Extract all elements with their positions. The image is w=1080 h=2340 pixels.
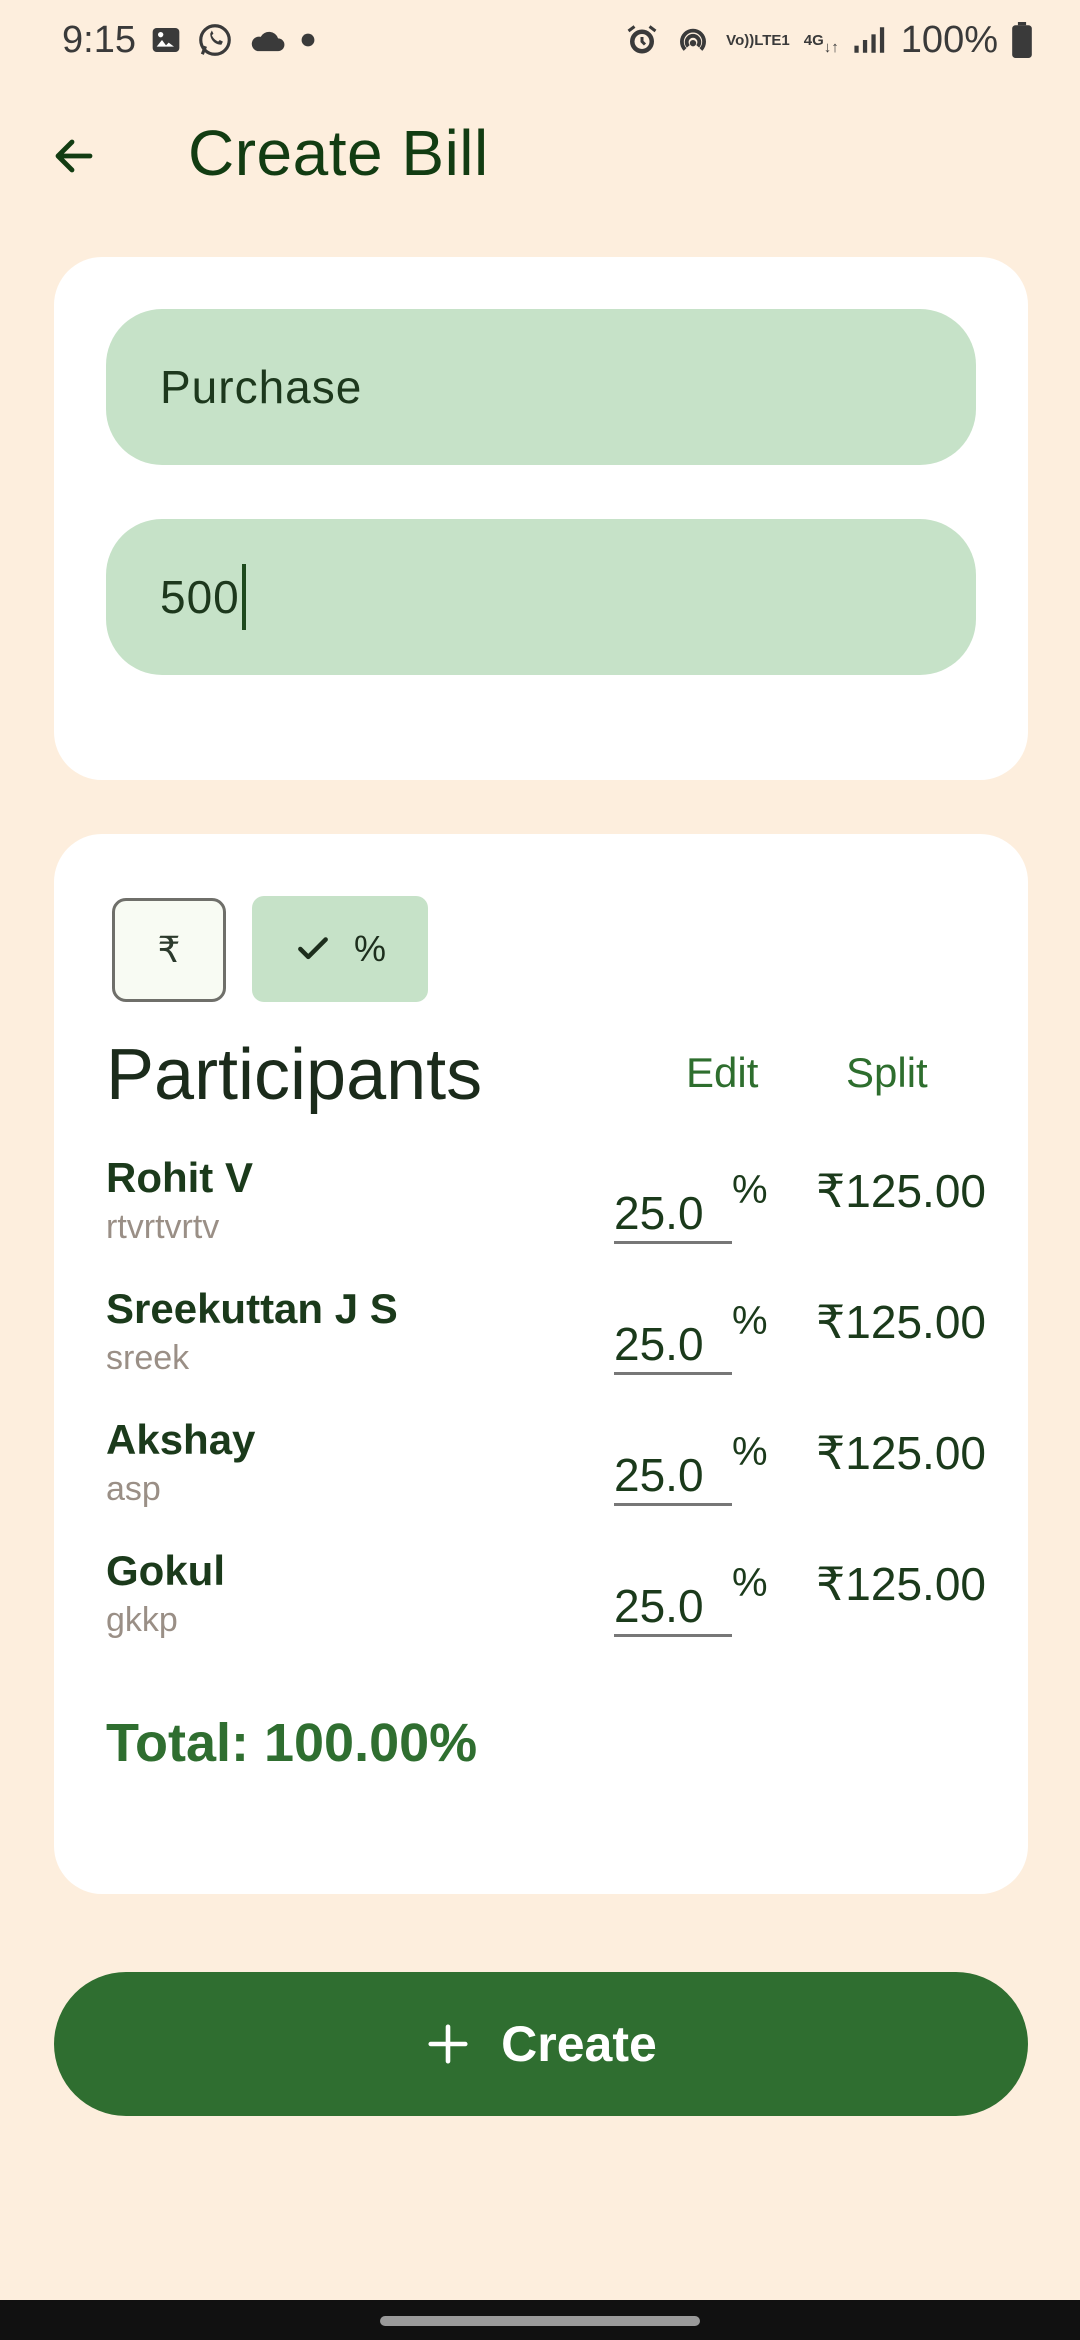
signal-icon (853, 25, 887, 55)
participants-heading: Participants (106, 1035, 483, 1115)
participant-name: Rohit V (106, 1154, 253, 1201)
status-left: 9:15 (62, 19, 316, 62)
participant-amount: ₹125.00 (816, 1165, 986, 1217)
plus-icon (428, 2024, 468, 2064)
back-button[interactable] (44, 126, 104, 186)
volte-bottom-text: LTE1 (754, 31, 790, 49)
percent-sign: % (732, 1430, 768, 1474)
alarm-icon (624, 22, 660, 58)
participant-row: Akshay asp 25.0 % ₹125.00 (106, 1416, 986, 1548)
create-button[interactable]: Create (54, 1972, 1028, 2116)
battery-percent: 100% (900, 18, 998, 61)
navigation-bar (0, 2300, 1080, 2340)
participant-username: sreek (106, 1339, 190, 1377)
participant-name: Akshay (106, 1416, 256, 1463)
participant-percent-input[interactable]: 25.0 (614, 1295, 732, 1375)
home-gesture-handle[interactable] (380, 2316, 700, 2326)
split-mode-percent-button[interactable]: % (252, 896, 428, 1002)
volte-top-text: Vo)) (726, 31, 755, 49)
text-cursor (241, 564, 246, 630)
dot-icon (300, 32, 316, 48)
participant-percent-input[interactable]: 25.0 (614, 1164, 732, 1244)
edit-participants-button[interactable]: Edit (686, 1049, 758, 1097)
percent-sign: % (732, 1561, 768, 1605)
percent-sign: % (732, 1168, 768, 1212)
page-title: Create Bill (188, 117, 489, 189)
participant-amount: ₹125.00 (816, 1558, 986, 1610)
percent-label: % (353, 928, 386, 969)
participant-username: asp (106, 1470, 161, 1508)
hotspot-icon (674, 21, 712, 59)
participant-row: Sreekuttan J S sreek 25.0 % ₹125.00 (106, 1285, 986, 1417)
status-time: 9:15 (62, 18, 136, 61)
network-type-text: 4G (803, 31, 824, 49)
participant-username: rtvrtvrtv (106, 1208, 220, 1246)
split-button[interactable]: Split (846, 1049, 928, 1097)
status-bar: 9:15 Vo)) LTE1 4G ↓↑ 100% (0, 0, 1080, 80)
participant-percent-input[interactable]: 25.0 (614, 1557, 732, 1637)
participant-row: Gokul gkkp 25.0 % ₹125.00 (106, 1547, 986, 1679)
cloud-icon (248, 26, 286, 54)
status-right: Vo)) LTE1 4G ↓↑ 100% (624, 19, 1032, 62)
bill-details-card: Purchase 500 (54, 257, 1028, 780)
participant-username: gkkp (106, 1601, 178, 1639)
percent-sign: % (732, 1299, 768, 1343)
4g-icon: 4G ↓↑ (803, 31, 839, 56)
volte-icon: Vo)) LTE1 (726, 33, 790, 48)
bill-title-field[interactable]: Purchase (106, 309, 976, 465)
participant-name: Sreekuttan J S (106, 1285, 398, 1332)
split-mode-rupee-button[interactable]: ₹ (112, 898, 226, 1002)
participants-card: ₹ % Participants Edit Split Rohit V rtvr… (54, 834, 1028, 1894)
bill-amount-field[interactable]: 500 (106, 519, 976, 675)
bill-amount-value: 500 (160, 571, 240, 623)
arrow-left-icon (55, 139, 93, 173)
participant-amount: ₹125.00 (816, 1296, 986, 1348)
participant-name: Gokul (106, 1547, 226, 1594)
whatsapp-icon (196, 21, 234, 59)
participant-row: Rohit V rtvrtvrtv 25.0 % ₹125.00 (106, 1154, 986, 1286)
battery-icon (1012, 22, 1032, 58)
bill-title-value: Purchase (160, 361, 363, 413)
check-icon (298, 937, 328, 960)
app-bar: Create Bill (0, 100, 1080, 212)
rupee-label: ₹ (157, 929, 181, 970)
create-button-label: Create (501, 2016, 657, 2072)
total-percent: Total: 100.00% (106, 1713, 478, 1773)
participant-amount: ₹125.00 (816, 1427, 986, 1479)
participant-percent-input[interactable]: 25.0 (614, 1426, 732, 1506)
gallery-icon (150, 24, 182, 56)
